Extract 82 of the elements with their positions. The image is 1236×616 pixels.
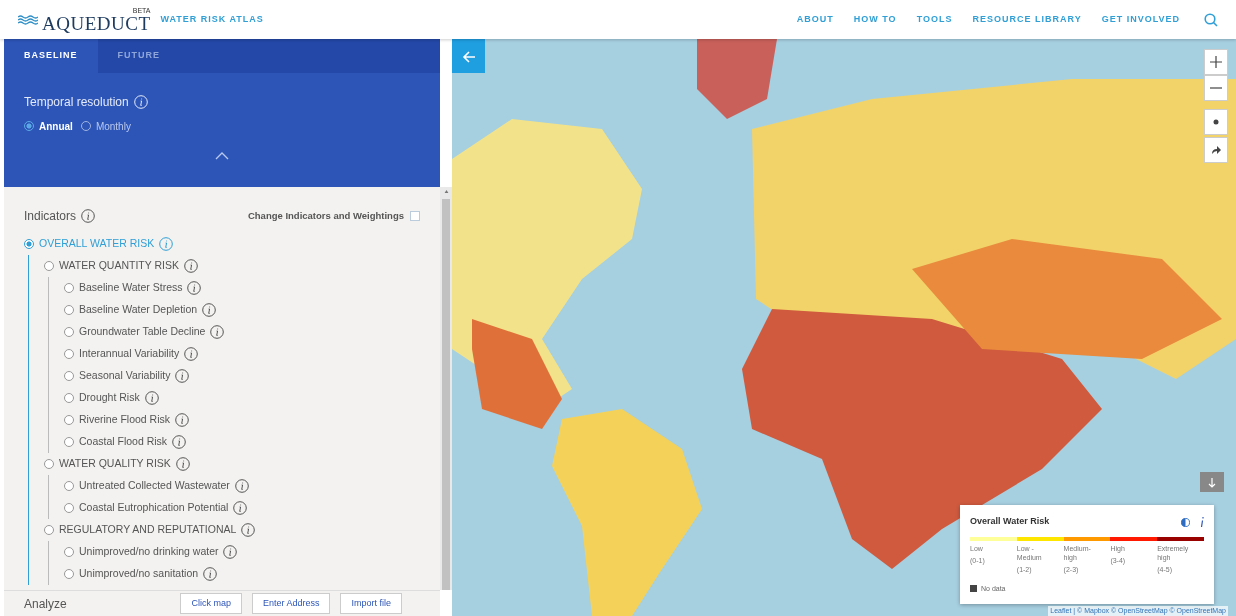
- info-icon[interactable]: [144, 391, 159, 405]
- info-icon[interactable]: [203, 567, 218, 581]
- radio-label: Monthly: [95, 119, 131, 134]
- indicator-label[interactable]: Groundwater Table Decline: [79, 324, 206, 340]
- indicator-label[interactable]: Untreated Collected Wastewater: [79, 478, 230, 494]
- info-icon[interactable]: [175, 413, 190, 427]
- indicator-label[interactable]: Interannual Variability: [79, 346, 180, 362]
- info-icon[interactable]: [187, 281, 202, 295]
- radio-label: Annual: [39, 119, 73, 134]
- section-title: Temporal resolution: [24, 93, 129, 111]
- radio-button[interactable]: [64, 415, 74, 425]
- chevron-up-icon[interactable]: [215, 151, 229, 160]
- no-data-swatch: [970, 585, 977, 593]
- waves-logo-icon: [18, 14, 38, 25]
- indicator-label[interactable]: Seasonal Variability: [79, 368, 171, 384]
- info-icon[interactable]: [184, 347, 199, 361]
- radio-button[interactable]: [44, 459, 54, 469]
- indicator-label[interactable]: Drought Risk: [79, 390, 140, 406]
- info-icon[interactable]: [175, 457, 190, 471]
- radio-button[interactable]: [64, 437, 74, 447]
- minus-icon: [1210, 87, 1222, 89]
- indicator-label[interactable]: WATER QUANTITY RISK: [59, 258, 179, 274]
- info-icon[interactable]: [233, 501, 248, 515]
- indicator-label[interactable]: REGULATORY AND REPUTATIONAL: [59, 522, 237, 538]
- radio-button[interactable]: [64, 547, 74, 557]
- download-button[interactable]: [1200, 472, 1224, 492]
- radio-button[interactable]: [64, 349, 74, 359]
- indicator-label[interactable]: Coastal Flood Risk: [79, 434, 168, 450]
- analyze-button[interactable]: Import file: [340, 592, 402, 615]
- radio-button[interactable]: [44, 525, 54, 535]
- radio-button[interactable]: [64, 305, 74, 315]
- info-icon[interactable]: [81, 209, 96, 223]
- dot-icon: [1212, 118, 1220, 126]
- indicator-label[interactable]: Unimproved/no drinking water: [79, 544, 219, 560]
- radio-button[interactable]: [24, 121, 34, 131]
- back-arrow-button[interactable]: [452, 39, 485, 73]
- site-subtitle: WATER RISK ATLAS: [160, 12, 264, 26]
- radio-button[interactable]: [64, 481, 74, 491]
- zoom-in-button[interactable]: [1204, 49, 1228, 75]
- plus-icon: [1210, 56, 1222, 68]
- analyze-title: Analyze: [24, 595, 67, 613]
- left-arrow-icon: [461, 50, 476, 63]
- search-icon[interactable]: [1204, 12, 1218, 27]
- indicator-label[interactable]: Baseline Water Depletion: [79, 302, 198, 318]
- checkbox-label: Change Indicators and Weightings: [247, 208, 404, 223]
- radio-button[interactable]: [64, 569, 74, 579]
- radio-button[interactable]: [64, 283, 74, 293]
- info-icon[interactable]: [210, 325, 225, 339]
- scrollbar[interactable]: [440, 187, 452, 590]
- info-icon[interactable]: [223, 545, 238, 559]
- section-title: Indicators: [24, 208, 77, 225]
- scroll-up-arrow-icon[interactable]: [443, 190, 449, 194]
- indicator-label[interactable]: Riverine Flood Risk: [79, 412, 171, 428]
- info-icon[interactable]: [202, 303, 217, 317]
- info-icon[interactable]: [172, 435, 187, 449]
- radio-button[interactable]: [64, 393, 74, 403]
- indicator-label[interactable]: Coastal Eutrophication Potential: [79, 500, 229, 516]
- analyze-button[interactable]: Enter Address: [251, 592, 331, 615]
- info-icon[interactable]: [241, 523, 256, 537]
- locate-button[interactable]: [1204, 109, 1228, 135]
- zoom-out-button[interactable]: [1204, 75, 1228, 101]
- radio-button[interactable]: [64, 371, 74, 381]
- logo-text[interactable]: AQUEDUCT: [42, 13, 151, 33]
- share-button[interactable]: [1204, 137, 1228, 163]
- info-icon[interactable]: [184, 259, 198, 273]
- info-icon[interactable]: [175, 369, 190, 383]
- share-arrow-icon: [1211, 145, 1221, 155]
- info-icon[interactable]: [1200, 517, 1204, 528]
- radio-button[interactable]: [24, 239, 34, 249]
- radio-button[interactable]: [44, 261, 54, 271]
- checkbox[interactable]: [410, 211, 420, 221]
- tab[interactable]: BASELINE: [4, 39, 98, 73]
- radio-button[interactable]: [64, 503, 74, 513]
- indicator-label[interactable]: Baseline Water Stress: [79, 280, 183, 296]
- indicator-label[interactable]: WATER QUALITY RISK: [59, 456, 171, 472]
- radio-button[interactable]: [64, 327, 74, 337]
- half-circle-icon[interactable]: [1181, 517, 1190, 527]
- legend-title: Overall Water Risk: [970, 515, 1050, 529]
- info-icon[interactable]: [234, 479, 249, 493]
- analyze-button[interactable]: Click map: [180, 592, 242, 615]
- indicator-label[interactable]: Unimproved/no sanitation: [79, 566, 199, 582]
- down-arrow-icon: [1208, 477, 1216, 488]
